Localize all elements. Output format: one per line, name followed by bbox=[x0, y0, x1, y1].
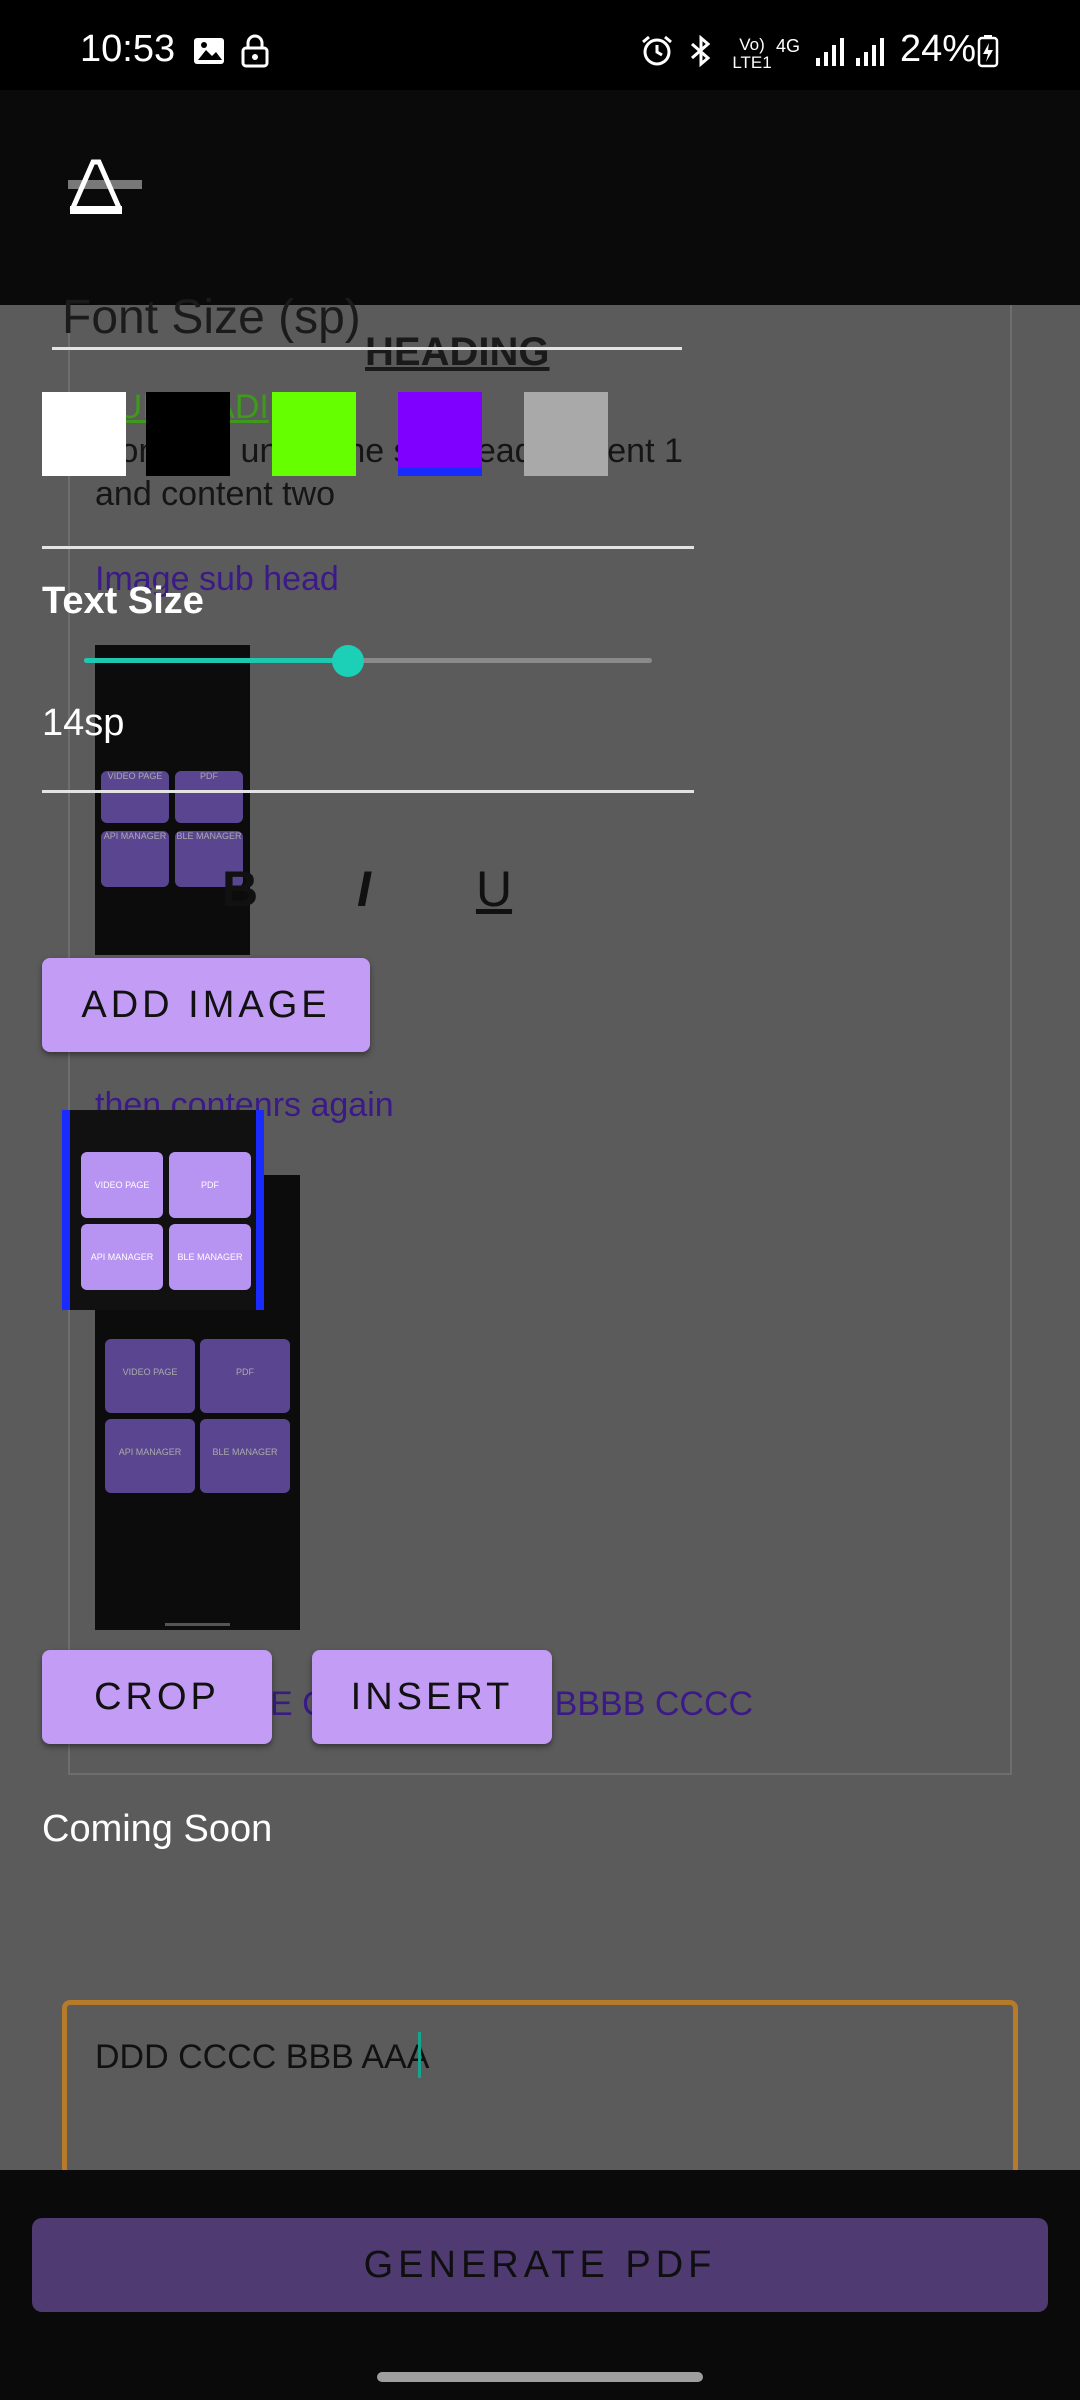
selected-image-tile: API MANAGER bbox=[81, 1224, 163, 1290]
network-gen: 4G bbox=[776, 36, 801, 56]
text-caret bbox=[418, 2032, 421, 2078]
doc-image-2-tile: PDF bbox=[200, 1339, 290, 1413]
bluetooth-icon bbox=[691, 34, 711, 68]
doc-image-2-tile: API MANAGER bbox=[105, 1419, 195, 1493]
generate-pdf-button[interactable]: GENERATE PDF bbox=[32, 2218, 1048, 2312]
signal-icon-2 bbox=[856, 38, 884, 66]
font-size-input[interactable]: Font Size (sp) bbox=[62, 290, 361, 345]
doc-image-2-nav-pill bbox=[165, 1623, 230, 1626]
battery-charging-icon bbox=[977, 35, 999, 68]
toolbar bbox=[0, 90, 1080, 305]
battery-percent: 24% bbox=[900, 28, 977, 70]
divider bbox=[42, 790, 694, 793]
color-swatch-gray[interactable] bbox=[524, 392, 608, 476]
home-gesture-bar[interactable] bbox=[377, 2372, 703, 2382]
text-format-icon[interactable] bbox=[66, 156, 146, 218]
selected-image-tile: VIDEO PAGE bbox=[81, 1152, 163, 1218]
lock-icon bbox=[241, 34, 269, 68]
color-swatch-purple[interactable] bbox=[398, 392, 482, 476]
network-label: Vo) LTE1 bbox=[732, 35, 772, 72]
status-time: 10:53 bbox=[80, 28, 176, 70]
italic-button[interactable]: I bbox=[334, 860, 394, 918]
selected-image-preview[interactable]: VIDEO PAGE PDF API MANAGER BLE MANAGER bbox=[62, 1110, 264, 1310]
alarm-icon bbox=[642, 35, 672, 66]
text-size-value: 14sp bbox=[42, 702, 125, 744]
insert-button[interactable]: INSERT bbox=[312, 1650, 552, 1744]
doc-heading: HEADING bbox=[365, 330, 550, 374]
doc-image-2-tile: BLE MANAGER bbox=[200, 1419, 290, 1493]
content-input-text[interactable]: DDD CCCC BBB AAA bbox=[95, 2038, 429, 2077]
underline-button[interactable]: U bbox=[464, 860, 524, 918]
color-swatch-white[interactable] bbox=[42, 392, 126, 476]
selected-image-tile: BLE MANAGER bbox=[169, 1224, 251, 1290]
doc-image-1-tile: VIDEO PAGE bbox=[101, 771, 169, 823]
bold-button[interactable]: B bbox=[210, 860, 270, 918]
signal-icon-1 bbox=[816, 38, 844, 66]
text-size-slider-thumb[interactable] bbox=[332, 645, 364, 677]
doc-image-1-tile: PDF bbox=[175, 771, 243, 823]
gallery-icon bbox=[194, 38, 224, 64]
doc-image-1-tile: API MANAGER bbox=[101, 831, 169, 887]
color-swatch-black[interactable] bbox=[146, 392, 230, 476]
doc-image-2-tile: VIDEO PAGE bbox=[105, 1339, 195, 1413]
text-size-slider-fill bbox=[84, 658, 348, 663]
text-size-label: Text Size bbox=[42, 580, 204, 622]
selected-image-tile: PDF bbox=[169, 1152, 251, 1218]
status-bar: 10:53 Vo) LTE1 4G 24% bbox=[0, 0, 1080, 90]
divider bbox=[42, 546, 694, 549]
color-swatch-green[interactable] bbox=[272, 392, 356, 476]
coming-soon-text: Coming Soon bbox=[42, 1808, 273, 1850]
add-image-button[interactable]: ADD IMAGE bbox=[42, 958, 370, 1052]
crop-button[interactable]: CROP bbox=[42, 1650, 272, 1744]
font-size-underline bbox=[52, 347, 682, 350]
